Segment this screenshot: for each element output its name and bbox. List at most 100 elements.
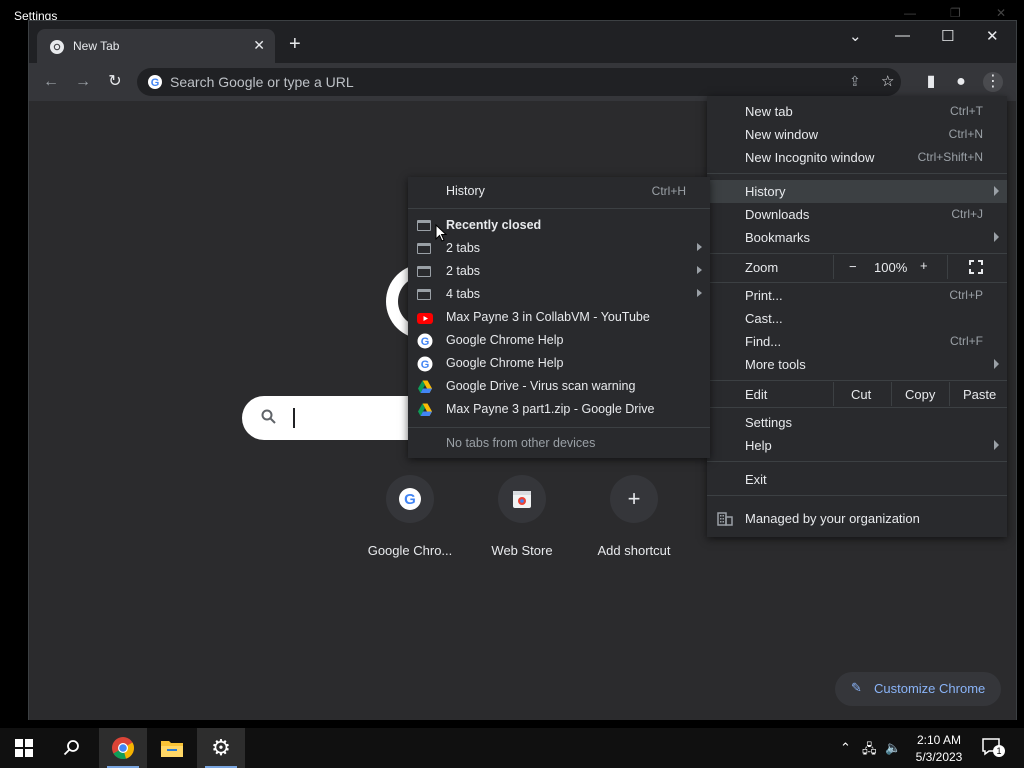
google-drive-icon	[418, 380, 432, 393]
notification-center-button[interactable]: 1	[982, 738, 1005, 757]
zoom-out-button[interactable]: −	[849, 259, 857, 274]
svg-text:G: G	[421, 359, 430, 371]
back-icon[interactable]: ←	[41, 72, 61, 92]
taskbar-chrome[interactable]	[99, 728, 147, 768]
submenu-item-page[interactable]: Google Drive - Virus scan warning	[408, 375, 710, 398]
customize-chrome-button[interactable]: ✎ Customize Chrome	[835, 672, 1001, 706]
submenu-item-tab-group[interactable]: 2 tabs	[408, 237, 710, 260]
shortcut-label: Web Store	[491, 543, 553, 558]
taskbar-file-explorer[interactable]	[148, 728, 196, 768]
building-icon	[717, 512, 733, 526]
start-button[interactable]	[0, 728, 48, 768]
chevron-right-icon	[994, 186, 999, 196]
menu-item-cast[interactable]: Cast...	[707, 307, 1007, 330]
copy-button[interactable]: Copy	[905, 387, 935, 402]
menu-item-exit[interactable]: Exit	[707, 468, 1007, 491]
tab-new-tab[interactable]: New Tab ✕	[37, 29, 275, 63]
google-drive-icon	[418, 403, 432, 416]
submenu-separator	[408, 427, 710, 428]
submenu-item-page[interactable]: G Google Chrome Help	[408, 329, 710, 352]
text-caret	[293, 408, 295, 428]
taskbar-clock[interactable]: 2:10 AM 5/3/2023	[906, 732, 972, 766]
maximize-icon[interactable]: ☐	[941, 27, 954, 45]
shortcut-add[interactable]: + Add shortcut	[578, 475, 690, 558]
menu-item-print[interactable]: Print... Ctrl+P	[707, 284, 1007, 307]
taskbar-settings[interactable]: ⚙	[197, 728, 245, 768]
menu-item-new-incognito[interactable]: New Incognito window Ctrl+Shift+N	[707, 146, 1007, 169]
menu-separator	[707, 380, 1007, 381]
menu-item-new-window[interactable]: New window Ctrl+N	[707, 123, 1007, 146]
submenu-item-tab-group[interactable]: 4 tabs	[408, 283, 710, 306]
chevron-right-icon	[697, 243, 702, 251]
tab-icon	[417, 220, 431, 231]
minimize-icon[interactable]: —	[895, 27, 910, 44]
pencil-icon: ✎	[851, 680, 862, 695]
forward-icon[interactable]: →	[73, 72, 93, 92]
reload-icon[interactable]: ↻	[105, 72, 125, 92]
desktop: Settings — ❐ ✕ New Tab ✕ + ⌄ — ☐ ✕ ← → ↻	[0, 0, 1024, 728]
submenu-item-page[interactable]: Max Payne 3 in CollabVM - YouTube	[408, 306, 710, 329]
submenu-recently-closed-header: Recently closed	[408, 214, 710, 237]
chevron-right-icon	[994, 440, 999, 450]
google-icon: G	[417, 356, 433, 372]
omnibox[interactable]: G ⇪ ☆	[137, 68, 901, 96]
menu-item-history[interactable]: History	[707, 180, 1007, 203]
taskbar-search-button[interactable]	[48, 728, 96, 768]
menu-zoom-row: Zoom − 100% +	[707, 255, 1007, 279]
gear-icon: ⚙	[211, 735, 231, 760]
google-icon: G	[417, 333, 433, 349]
profile-icon[interactable]: ●	[951, 72, 971, 92]
fullscreen-icon[interactable]	[969, 260, 983, 274]
menu-item-downloads[interactable]: Downloads Ctrl+J	[707, 203, 1007, 226]
menu-separator	[707, 407, 1007, 408]
tab-group-icon	[417, 266, 431, 277]
cut-button[interactable]: Cut	[851, 387, 871, 402]
menu-item-find[interactable]: Find... Ctrl+F	[707, 330, 1007, 353]
menu-item-managed[interactable]: Managed by your organization	[707, 506, 1007, 530]
clock-time: 2:10 AM	[916, 733, 962, 747]
chevron-right-icon	[994, 232, 999, 242]
side-panel-icon[interactable]: ▮	[921, 72, 941, 92]
menu-item-more-tools[interactable]: More tools	[707, 353, 1007, 376]
shortcut-web-store[interactable]: Web Store	[466, 475, 578, 558]
paste-button[interactable]: Paste	[963, 387, 996, 402]
menu-separator	[707, 173, 1007, 174]
background-minimize-icon: —	[904, 6, 916, 20]
menu-item-bookmarks[interactable]: Bookmarks	[707, 226, 1007, 249]
notification-badge: 1	[993, 745, 1005, 757]
close-window-icon[interactable]: ✕	[986, 27, 999, 45]
menu-item-new-tab[interactable]: New tab Ctrl+T	[707, 100, 1007, 123]
plus-icon: +	[627, 486, 641, 511]
menu-icon[interactable]: ⋮	[983, 72, 1003, 92]
shortcut-google-chrome[interactable]: G Google Chro...	[354, 475, 466, 558]
chevron-right-icon	[994, 359, 999, 369]
submenu-item-page[interactable]: G Google Chrome Help	[408, 352, 710, 375]
bookmark-star-icon[interactable]: ☆	[881, 72, 894, 90]
tab-title: New Tab	[73, 39, 120, 53]
menu-item-help[interactable]: Help	[707, 434, 1007, 457]
chevron-up-icon[interactable]: ⌃	[840, 740, 851, 756]
submenu-item-page[interactable]: Max Payne 3 part1.zip - Google Drive	[408, 398, 710, 421]
chevron-right-icon	[697, 289, 702, 297]
volume-icon[interactable]: 🔈	[885, 740, 901, 756]
omnibox-input[interactable]	[170, 72, 790, 92]
youtube-icon	[417, 313, 433, 324]
mouse-cursor-icon	[435, 224, 447, 242]
chrome-icon	[112, 737, 134, 760]
menu-separator	[707, 282, 1007, 283]
menu-item-settings[interactable]: Settings	[707, 411, 1007, 434]
submenu-item-tab-group[interactable]: 2 tabs	[408, 260, 710, 283]
search-icon	[63, 740, 79, 756]
submenu-item-history[interactable]: History Ctrl+H	[408, 180, 710, 203]
share-icon[interactable]: ⇪	[849, 73, 861, 90]
tab-search-icon[interactable]: ⌄	[849, 27, 862, 45]
tab-group-icon	[417, 289, 431, 300]
tab-close-icon[interactable]: ✕	[253, 37, 265, 54]
svg-text:G: G	[404, 491, 416, 508]
shortcut-label: Google Chro...	[367, 543, 453, 558]
zoom-in-button[interactable]: +	[920, 258, 928, 273]
network-icon[interactable]: 🖧	[862, 740, 877, 762]
new-tab-button[interactable]: +	[289, 34, 301, 54]
zoom-level: 100%	[874, 260, 908, 275]
svg-text:G: G	[421, 336, 430, 348]
